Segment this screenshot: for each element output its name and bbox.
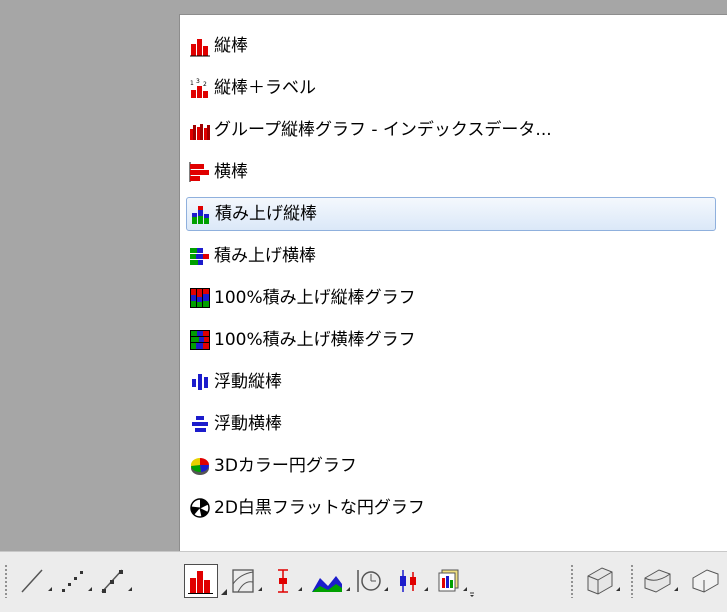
menu-item-3d-color-pie[interactable]: 3Dカラー円グラフ (186, 449, 716, 483)
3d-wireframe-icon (692, 569, 719, 593)
toolbar-button-column-bar[interactable] (184, 564, 218, 598)
toolbar-button-3d-surface[interactable] (640, 564, 684, 598)
menu-item-stacked-bar[interactable]: 積み上げ横棒 (186, 239, 716, 273)
menu-item-label: 積み上げ横棒 (214, 246, 316, 266)
menu-item-label: 浮動横棒 (214, 414, 282, 434)
3d-color-pie-chart-icon (190, 457, 210, 475)
toolbar-button-3d-extra[interactable] (688, 564, 727, 598)
menu-item-label: 100%積み上げ横棒グラフ (214, 330, 416, 350)
toolbar-grip[interactable] (4, 564, 8, 598)
2d-bw-pie-chart-icon (190, 498, 210, 518)
toolbar-button-error-bar[interactable] (268, 564, 306, 598)
menu-item-label: 縦棒＋ラベル (214, 78, 316, 98)
toolbar-grip[interactable] (630, 564, 634, 598)
area-plot-icon (312, 576, 350, 592)
toolbar-button-scatter[interactable] (58, 564, 96, 598)
menu-item-2d-bw-pie[interactable]: 2D白黒フラットな円グラフ (186, 491, 716, 525)
menu-item-column[interactable]: 縦棒 (186, 29, 716, 63)
3d-surface-icon (644, 569, 678, 593)
column-label-chart-icon: 1 3 2 (190, 78, 208, 98)
percent-stacked-bar-chart-icon (190, 330, 210, 350)
toolbar-button-area[interactable] (308, 564, 354, 598)
scatter-plot-icon (62, 571, 92, 592)
menu-item-stacked-column[interactable]: 積み上げ縦棒 (186, 197, 716, 231)
menu-item-bar[interactable]: 横棒 (186, 155, 716, 189)
template-library-icon (438, 569, 474, 597)
line-plot-icon (21, 569, 52, 593)
stacked-column-chart-icon (192, 206, 209, 224)
menu-item-percent-stacked-bar[interactable]: 100%積み上げ横棒グラフ (186, 323, 716, 357)
dropdown-arrow-icon[interactable] (220, 588, 228, 596)
menu-item-column-label[interactable]: 1 3 2 縦棒＋ラベル (186, 71, 716, 105)
menu-item-floating-bar[interactable]: 浮動横棒 (186, 407, 716, 441)
3d-bar-icon (587, 567, 620, 595)
svg-text:3: 3 (196, 78, 200, 85)
error-bar-plot-icon (278, 569, 302, 593)
menu-item-label: 2D白黒フラットな円グラフ (214, 498, 425, 518)
toolbar-button-template-library[interactable] (434, 564, 478, 598)
chart-type-dropdown-menu: 縦棒 1 3 2 縦棒＋ラベル グループ縦棒グラフ - インデックスデータ... (179, 14, 727, 551)
floating-bar-chart-icon (192, 416, 208, 432)
column-chart-icon (190, 39, 210, 57)
menu-item-label: 横棒 (214, 162, 248, 182)
floating-column-chart-icon (192, 374, 208, 390)
toolbar-button-contour[interactable] (228, 564, 266, 598)
svg-text:2: 2 (203, 81, 207, 88)
grouped-column-chart-icon (190, 124, 210, 140)
bar-chart-icon (189, 162, 209, 182)
menu-item-label: グループ縦棒グラフ - インデックスデータ... (214, 120, 552, 140)
toolbar-button-line[interactable] (18, 564, 56, 598)
box-stock-plot-icon (400, 570, 428, 592)
menu-item-floating-column[interactable]: 浮動縦棒 (186, 365, 716, 399)
menu-item-label: 3Dカラー円グラフ (214, 456, 357, 476)
toolbar-button-3d-bar[interactable] (582, 564, 626, 598)
toolbar-button-polar[interactable] (354, 564, 392, 598)
toolbar-grip[interactable] (570, 564, 574, 598)
menu-item-label: 浮動縦棒 (214, 372, 282, 392)
menu-item-percent-stacked-column[interactable]: 100%積み上げ縦棒グラフ (186, 281, 716, 315)
stacked-bar-chart-icon (190, 248, 209, 265)
menu-item-label: 縦棒 (214, 36, 248, 56)
toolbar-button-line-symbol[interactable] (98, 564, 136, 598)
percent-stacked-column-chart-icon (190, 288, 210, 308)
toolbar-button-box-stock[interactable] (394, 564, 432, 598)
contour-plot-icon (232, 569, 262, 593)
column-bar-plot-icon (188, 571, 213, 594)
graph-toolbar (0, 551, 727, 612)
menu-item-grouped-column[interactable]: グループ縦棒グラフ - インデックスデータ... (186, 113, 716, 147)
line-symbol-plot-icon (101, 569, 132, 593)
menu-item-label: 100%積み上げ縦棒グラフ (214, 288, 416, 308)
menu-item-label: 積み上げ縦棒 (215, 204, 317, 224)
polar-plot-icon (357, 570, 388, 592)
svg-text:1: 1 (190, 80, 194, 87)
